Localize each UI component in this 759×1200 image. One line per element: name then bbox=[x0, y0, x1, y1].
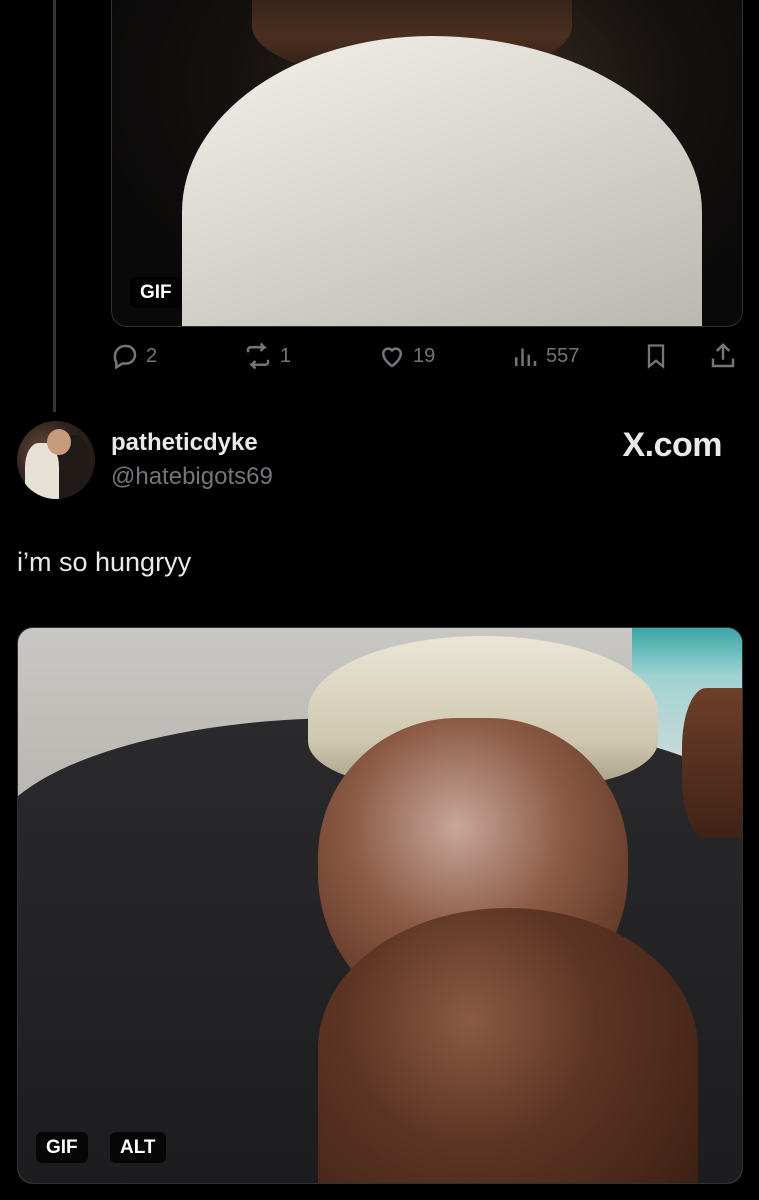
bookmark-button[interactable] bbox=[642, 336, 670, 376]
avatar-face bbox=[47, 429, 71, 455]
alt-badge[interactable]: ALT bbox=[110, 1132, 166, 1163]
tweet-action-bar: 2 1 19 557 bbox=[110, 336, 742, 376]
views-count: 557 bbox=[546, 344, 580, 367]
thread-connector-line bbox=[53, 0, 56, 412]
gif-badge: GIF bbox=[130, 277, 182, 308]
like-icon bbox=[381, 347, 403, 368]
avatar[interactable] bbox=[17, 421, 95, 499]
repost-button[interactable]: 1 bbox=[242, 336, 291, 376]
brand-watermark: X.com bbox=[622, 426, 722, 464]
repost-count: 1 bbox=[280, 344, 292, 367]
media-image-hand bbox=[682, 688, 742, 838]
share-icon bbox=[711, 342, 735, 368]
user-handle[interactable]: @hatebigots69 bbox=[111, 463, 273, 491]
gif-badge: GIF bbox=[36, 1132, 88, 1163]
previous-tweet-media[interactable]: GIF bbox=[111, 0, 743, 327]
bookmark-icon bbox=[647, 344, 665, 369]
reply-button[interactable]: 2 bbox=[110, 336, 157, 376]
reply-icon bbox=[113, 344, 137, 370]
share-button[interactable] bbox=[708, 336, 738, 376]
repost-icon bbox=[246, 342, 270, 370]
views-button[interactable]: 557 bbox=[510, 336, 579, 376]
like-count: 19 bbox=[413, 344, 436, 367]
tweet-media[interactable]: GIF ALT bbox=[17, 627, 743, 1184]
reply-count: 2 bbox=[146, 344, 158, 367]
media-image-robe bbox=[182, 36, 702, 326]
views-icon bbox=[515, 348, 537, 366]
display-name[interactable]: patheticdyke bbox=[111, 429, 258, 457]
media-image-chocolate bbox=[318, 908, 698, 1183]
like-button[interactable]: 19 bbox=[377, 336, 435, 376]
tweet-text: i’m so hungryy bbox=[17, 547, 192, 577]
